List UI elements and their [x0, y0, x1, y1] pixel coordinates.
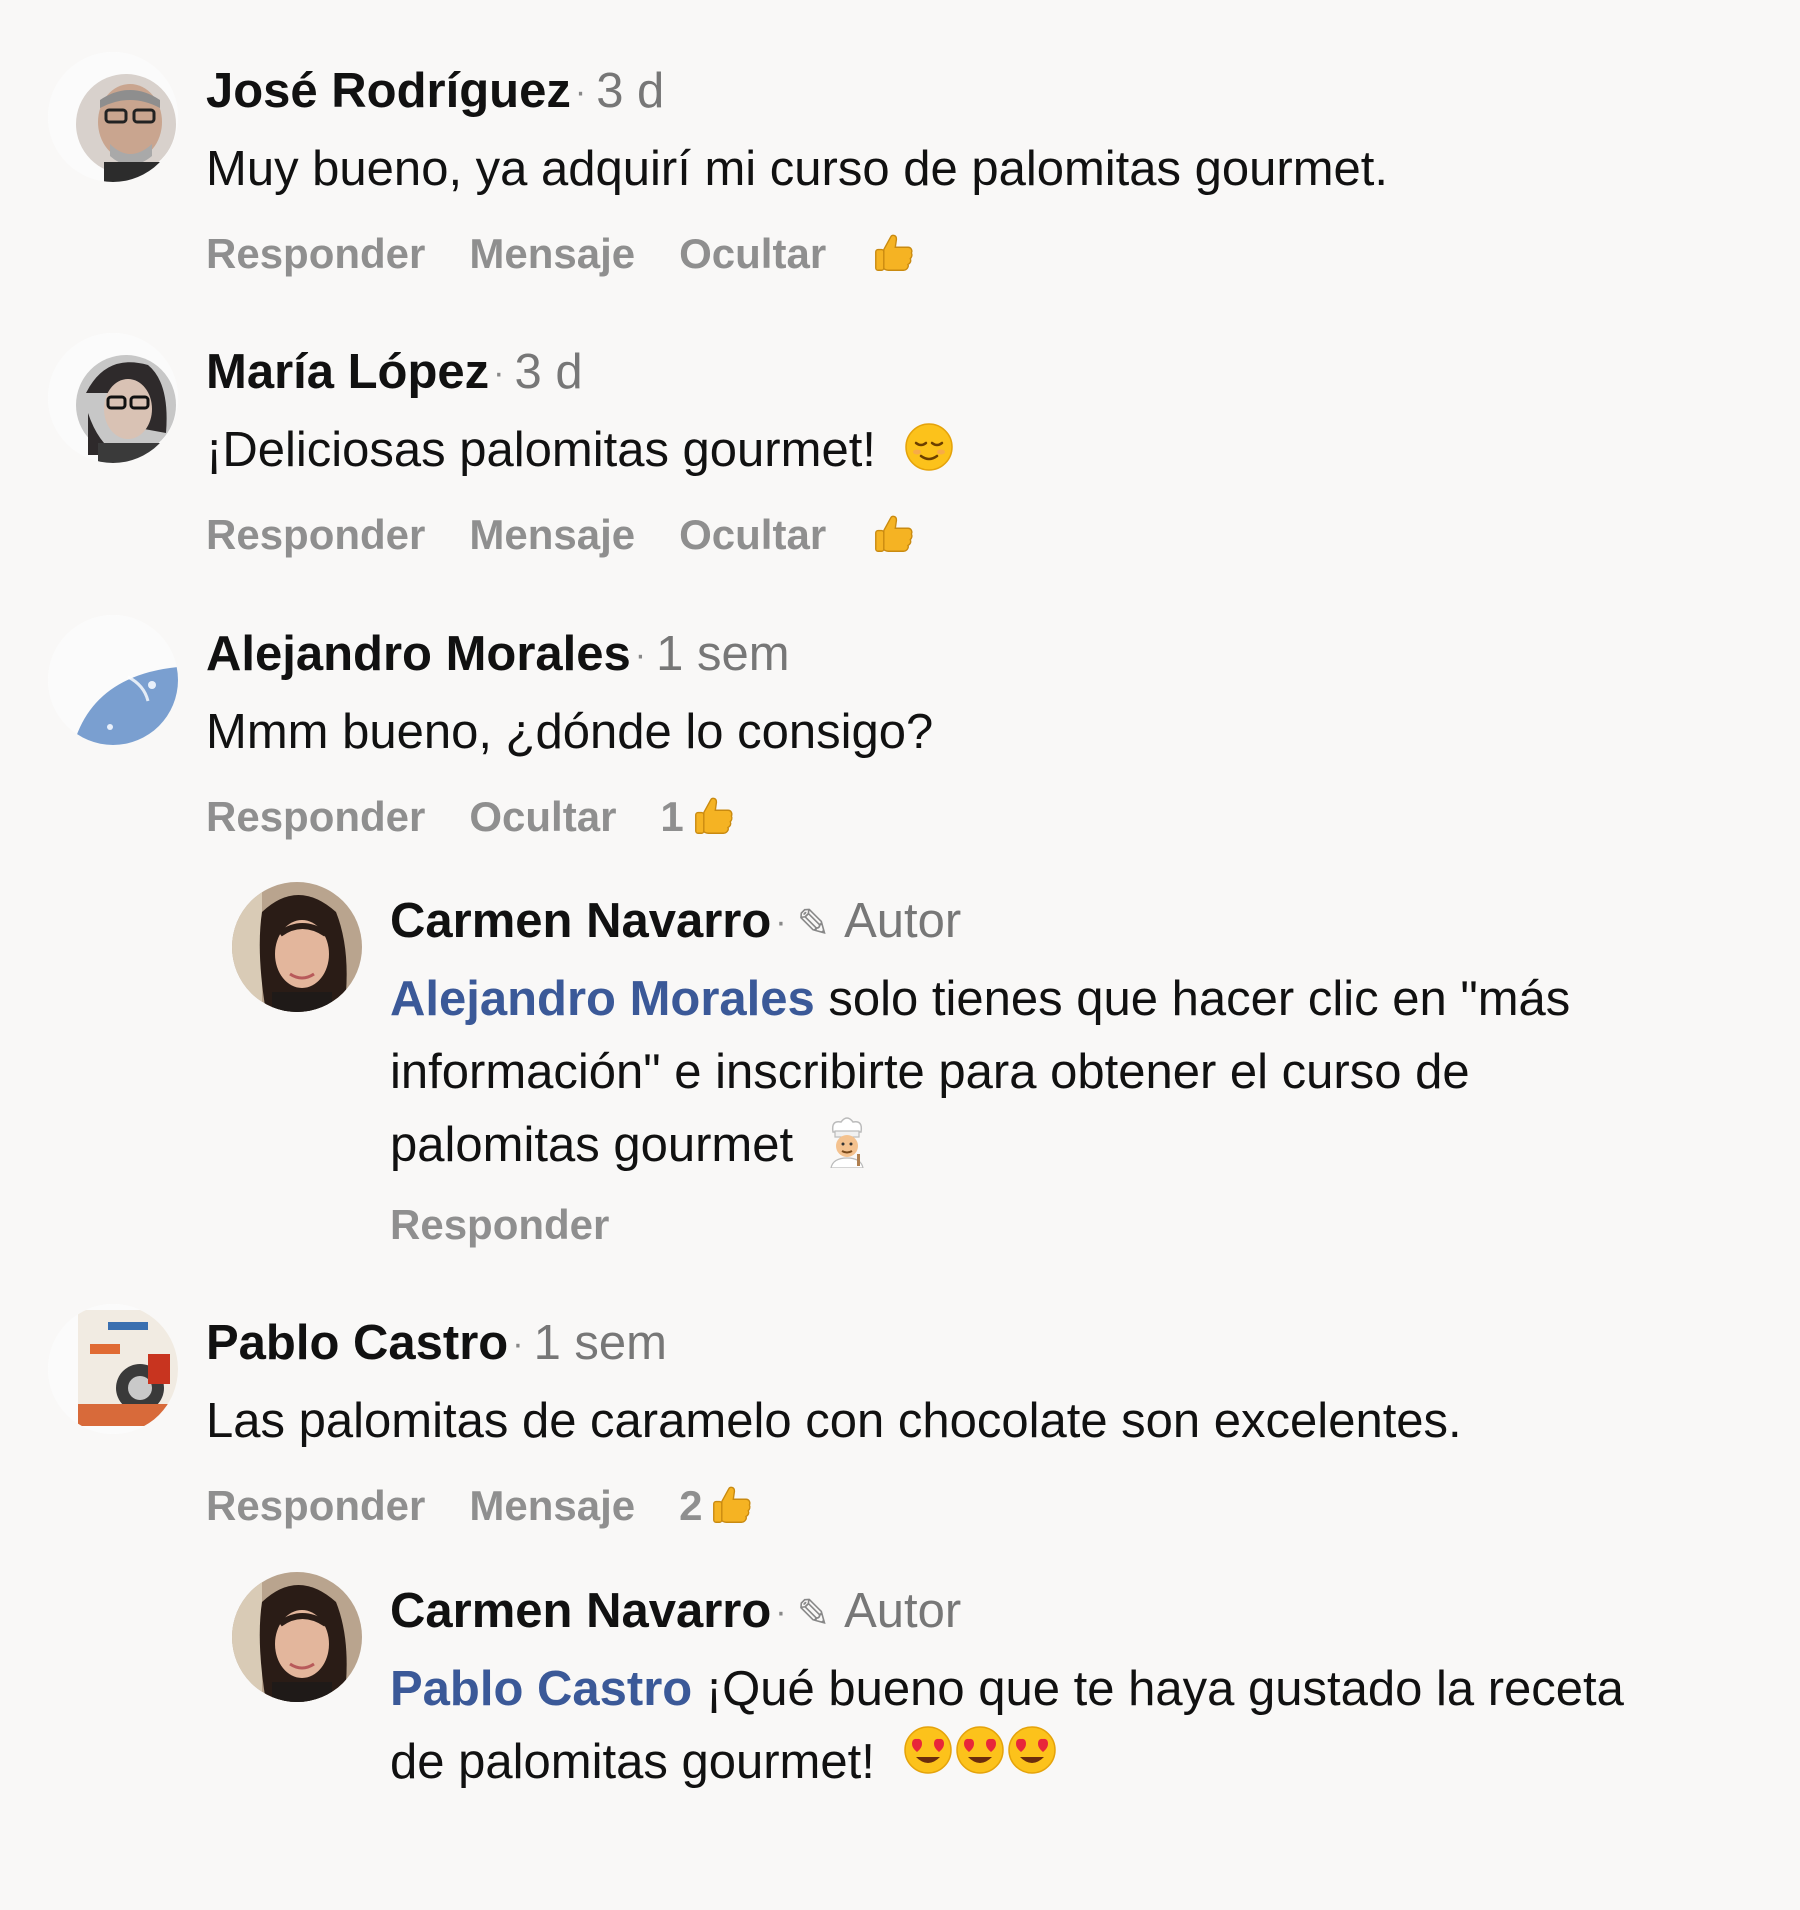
reply-text-line: de palomitas gourmet! [390, 1735, 875, 1789]
mention-link[interactable]: Pablo Castro [390, 1662, 692, 1716]
comments-thread: José Rodríguez · 3 d Muy bueno, ya adquirí… [0, 0, 1800, 1910]
reply-author[interactable]: Carmen Navarro [390, 1584, 771, 1638]
pencil-icon: ✎ [796, 1592, 831, 1636]
author-badge: Autor [844, 1584, 962, 1638]
comment-item: Pablo Castro · 1 sem Las palomitas de cara… [0, 0, 1800, 1910]
heart-eyes-icon [902, 1723, 1058, 1796]
reply-text-line: ¡Qué bueno que te haya gustado la receta [705, 1662, 1624, 1716]
separator-dot: · [775, 1593, 787, 1631]
avatar[interactable] [232, 1572, 362, 1702]
reply-item: Carmen Navarro · ✎ Autor Pablo Castro ¡Qué … [0, 0, 1800, 1910]
